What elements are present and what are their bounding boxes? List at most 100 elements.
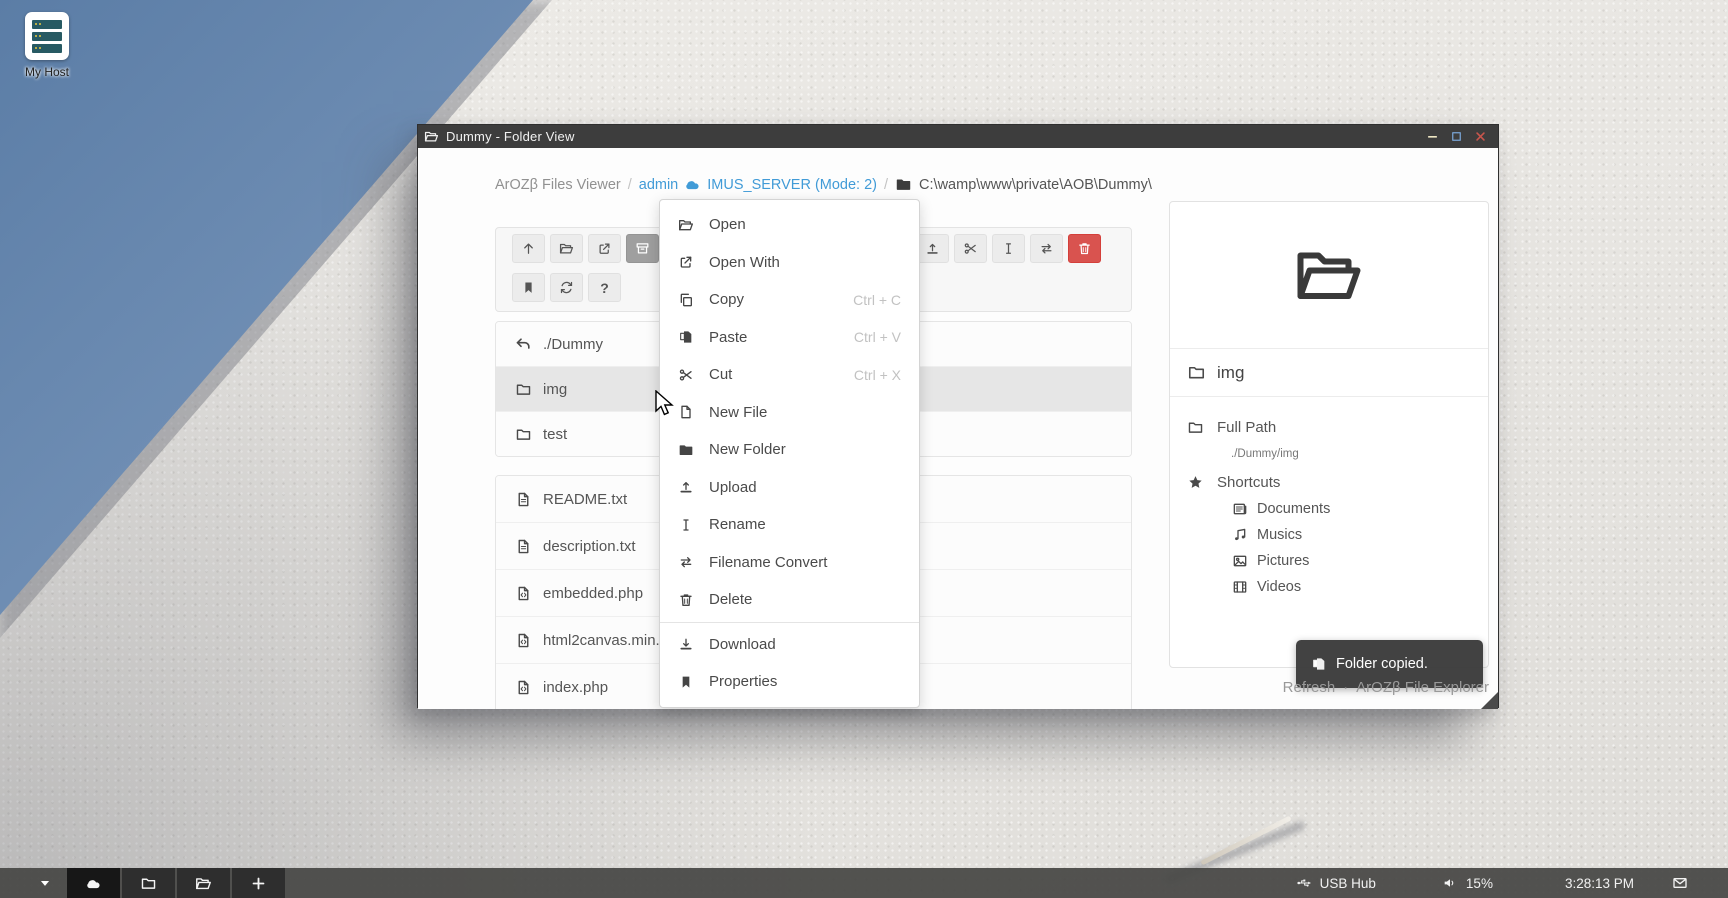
shortcut-videos[interactable]: Videos	[1232, 577, 1488, 596]
menu-item-filename-convert[interactable]: Filename Convert	[660, 544, 919, 582]
clock[interactable]: 3:28:13 PM	[1565, 876, 1634, 891]
desktop-icon-label: My Host	[14, 65, 80, 79]
window-titlebar[interactable]: Dummy - Folder View	[418, 125, 1498, 148]
full-path-value: ./Dummy/img	[1231, 448, 1488, 460]
refresh-button[interactable]	[550, 273, 583, 302]
menu-item-open-with[interactable]: Open With	[660, 244, 919, 282]
archive-icon	[635, 241, 650, 256]
cloud-icon	[85, 875, 102, 892]
window-footer: Refresh · ArOZβ File Explorer	[1283, 679, 1489, 696]
menu-item-cut[interactable]: CutCtrl + X	[660, 356, 919, 394]
go-up-button[interactable]	[512, 234, 545, 263]
breadcrumb-path: C:\wamp\www\private\AOB\Dummy\	[919, 177, 1152, 193]
taskbar-tile-cloud[interactable]	[67, 868, 120, 898]
folder-open-icon	[424, 129, 439, 144]
shortcut-musics[interactable]: Musics	[1232, 525, 1488, 544]
window-title: Dummy - Folder View	[446, 129, 1425, 144]
scissors-icon	[963, 241, 978, 256]
toast-message: Folder copied.	[1336, 656, 1428, 672]
folder-open-icon	[1293, 239, 1365, 311]
upload-icon	[925, 241, 940, 256]
file-blank-icon	[678, 404, 694, 420]
folder-label: img	[543, 381, 567, 398]
usb-icon	[1296, 875, 1312, 891]
menu-item-new-file[interactable]: New File	[660, 394, 919, 432]
file-label: index.php	[543, 679, 608, 696]
file-label: README.txt	[543, 491, 627, 508]
cut-button[interactable]	[954, 234, 987, 263]
ibeam-icon	[678, 517, 694, 533]
folder-label: ./Dummy	[543, 336, 603, 353]
refresh-icon	[559, 280, 574, 295]
open-with-button[interactable]	[588, 234, 621, 263]
close-button[interactable]	[1473, 129, 1488, 144]
bookmark-icon	[678, 674, 694, 690]
upload-button[interactable]	[916, 234, 949, 263]
archive-button[interactable]	[626, 234, 659, 263]
window-content: ArOZβ Files Viewer / admin IMUS_SERVER (…	[418, 148, 1498, 709]
folder-icon	[515, 426, 532, 443]
server-icon	[25, 12, 69, 60]
breadcrumb: ArOZβ Files Viewer / admin IMUS_SERVER (…	[495, 176, 1152, 193]
my-host-desktop-icon[interactable]: My Host	[14, 12, 80, 79]
twig	[1200, 816, 1291, 866]
star-icon	[1187, 474, 1204, 491]
preview-area	[1170, 202, 1488, 349]
file-code-icon	[515, 632, 532, 649]
trash-icon	[1077, 241, 1092, 256]
folder-open-icon	[559, 241, 574, 256]
menu-item-copy[interactable]: CopyCtrl + C	[660, 281, 919, 319]
breadcrumb-app: ArOZβ Files Viewer	[495, 177, 621, 193]
folder-icon	[1187, 419, 1204, 436]
cloud-icon	[684, 176, 701, 193]
breadcrumb-user-link[interactable]: admin IMUS_SERVER (Mode: 2)	[639, 176, 877, 193]
usb-indicator[interactable]: USB Hub	[1296, 875, 1376, 891]
upload-icon	[678, 479, 694, 495]
breadcrumb-server-link: IMUS_SERVER (Mode: 2)	[707, 177, 877, 193]
help-button[interactable]: ?	[588, 273, 621, 302]
mail-indicator[interactable]	[1672, 875, 1688, 891]
file-text-icon	[515, 491, 532, 508]
menu-item-new-folder[interactable]: New Folder	[660, 431, 919, 469]
taskbar-expand-button[interactable]	[30, 868, 60, 898]
folder-icon	[515, 381, 532, 398]
menu-divider	[660, 622, 919, 623]
refresh-link[interactable]: Refresh	[1283, 679, 1336, 696]
menu-item-open[interactable]: Open	[660, 206, 919, 244]
file-code-icon	[515, 585, 532, 602]
menu-item-rename[interactable]: Rename	[660, 506, 919, 544]
shortcut-documents[interactable]: Documents	[1232, 499, 1488, 518]
selected-item-name: img	[1170, 349, 1488, 397]
rename-button[interactable]	[992, 234, 1025, 263]
file-label: description.txt	[543, 538, 636, 555]
maximize-button[interactable]	[1449, 129, 1464, 144]
scissors-icon	[678, 367, 694, 383]
minimize-button[interactable]	[1425, 129, 1440, 144]
delete-button[interactable]	[1068, 234, 1101, 263]
properties-button[interactable]	[512, 273, 545, 302]
volume-indicator[interactable]: 15%	[1442, 875, 1493, 891]
full-path-row: Full Path	[1187, 419, 1488, 436]
music-icon	[1232, 527, 1248, 543]
menu-item-properties[interactable]: Properties	[660, 663, 919, 701]
shortcut-pictures[interactable]: Pictures	[1232, 551, 1488, 570]
menu-item-download[interactable]: Download	[660, 626, 919, 664]
resize-handle[interactable]	[1481, 692, 1498, 709]
arrows-lr-icon	[678, 554, 694, 570]
external-link-icon	[678, 254, 694, 270]
ibeam-icon	[1001, 241, 1016, 256]
menu-item-paste[interactable]: PasteCtrl + V	[660, 319, 919, 357]
menu-item-upload[interactable]: Upload	[660, 469, 919, 507]
usb-label: USB Hub	[1320, 876, 1376, 891]
open-button[interactable]	[550, 234, 583, 263]
taskbar-tile-folder[interactable]	[122, 868, 175, 898]
external-link-icon	[597, 241, 612, 256]
arrow-up-icon	[521, 241, 536, 256]
volume-label: 15%	[1466, 876, 1493, 891]
filename-convert-button[interactable]	[1030, 234, 1063, 263]
menu-item-delete[interactable]: Delete	[660, 581, 919, 619]
folder-open-icon	[678, 217, 694, 233]
app-name-link[interactable]: ArOZβ File Explorer	[1356, 679, 1489, 696]
taskbar-tile-folder-open[interactable]	[177, 868, 230, 898]
taskbar-tile-add[interactable]	[232, 868, 285, 898]
